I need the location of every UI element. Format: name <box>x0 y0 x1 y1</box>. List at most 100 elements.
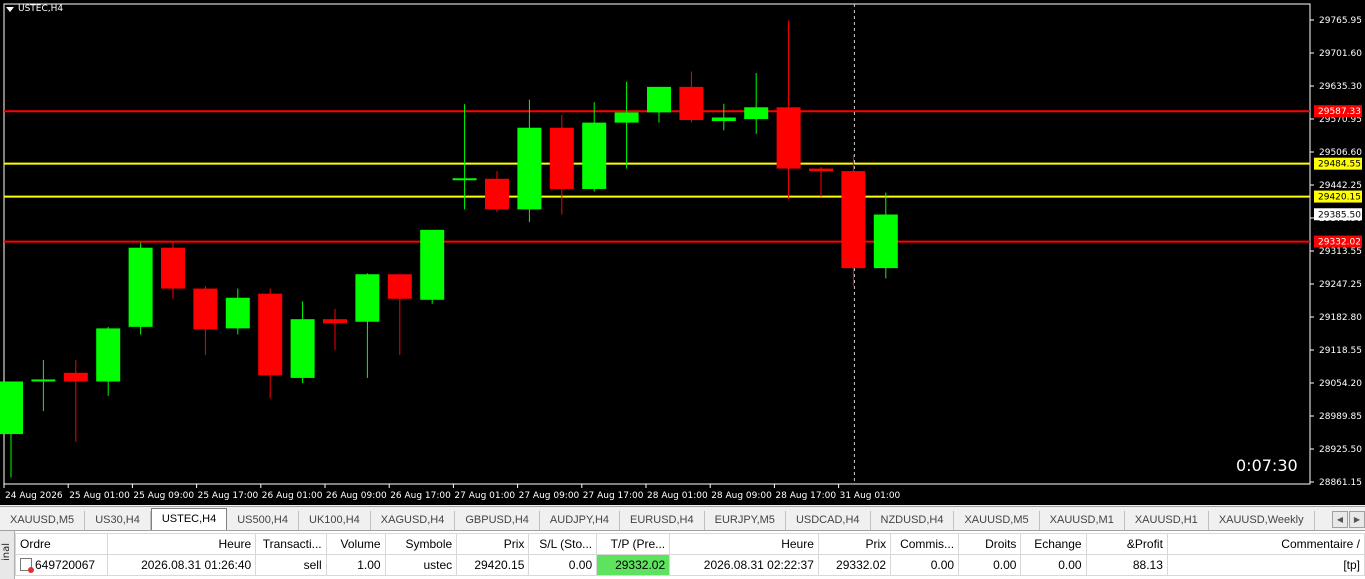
bear-candle <box>323 319 347 324</box>
y-tick-label: 29247.25 <box>1319 280 1362 290</box>
cell-type: sell <box>255 554 327 576</box>
cell-sl: 0.00 <box>528 554 598 576</box>
cell-profit: 88.13 <box>1085 554 1168 576</box>
chart-tab[interactable]: XAUUSD,M5 <box>954 511 1040 530</box>
bull-candle <box>744 107 769 120</box>
column-header[interactable]: Heure <box>107 533 257 555</box>
cell-tp: 29332.02 <box>596 554 671 576</box>
column-header[interactable]: Symbole <box>384 533 458 555</box>
y-tick-label: 29506.60 <box>1319 148 1362 158</box>
column-header[interactable]: Droits <box>958 533 1022 555</box>
column-header[interactable]: Prix <box>456 533 530 555</box>
orders-table: Ordre Heure Transacti... Volume Symbole Prix S… <box>14 533 1365 576</box>
column-header[interactable]: Transacti... <box>255 533 327 555</box>
cell-text: 2026.08.31 01:26:40 <box>141 558 252 572</box>
y-tick-label: 29182.80 <box>1319 313 1362 323</box>
chart-tab[interactable]: XAUUSD,Weekly <box>1209 511 1315 530</box>
x-tick-label: 27 Aug 17:00 <box>583 491 644 501</box>
table-header-row: Ordre Heure Transacti... Volume Symbole Prix S… <box>14 533 1365 555</box>
chart-symbol-title: USTEC,H4 <box>6 4 63 14</box>
x-tick-label: 26 Aug 09:00 <box>326 491 387 501</box>
chart-tab[interactable]: US500,H4 <box>227 511 299 530</box>
column-sort-icon: / <box>1353 537 1360 551</box>
bull-candle <box>31 379 56 382</box>
chart-tab[interactable]: XAUUSD,H1 <box>1125 511 1209 530</box>
bear-candle <box>809 168 833 172</box>
x-tick-label: 26 Aug 01:00 <box>262 491 323 501</box>
chart-tab[interactable]: UK100,H4 <box>299 511 371 530</box>
y-tick-label: 29442.25 <box>1319 181 1362 191</box>
x-tick-label: 25 Aug 01:00 <box>69 491 130 501</box>
chart-window[interactable]: 29765.95 29701.60 29635.30 29570.95 29506.60… <box>0 0 1365 505</box>
bull-candle <box>420 229 445 300</box>
cell-text: 0.00 <box>1058 558 1082 572</box>
column-header[interactable]: T/P (Pre... <box>596 533 671 555</box>
dropdown-triangle-icon[interactable] <box>6 6 14 12</box>
bear-candle <box>258 293 283 376</box>
column-header[interactable]: &Profit <box>1085 533 1168 555</box>
bear-candle <box>193 288 218 330</box>
scroll-left-icon[interactable]: ◀ <box>1332 511 1348 528</box>
column-header[interactable]: Prix <box>817 533 892 555</box>
cell-text: 29332.02 <box>836 558 887 572</box>
cell-price_open: 29420.15 <box>456 554 530 576</box>
chart-tab[interactable]: USTEC,H4 <box>150 508 228 530</box>
y-tick-label: 29054.20 <box>1319 379 1362 389</box>
cell-symbol: ustec <box>384 554 458 576</box>
price-level-label: 29420.15 <box>1318 193 1361 203</box>
column-header[interactable]: Volume <box>325 533 386 555</box>
chart-tab[interactable]: USDCAD,H4 <box>786 511 871 530</box>
cell-heure_open: 2026.08.31 01:26:40 <box>107 554 257 576</box>
chart-tab[interactable]: XAUUSD,M5 <box>0 511 86 530</box>
cell-echange: 0.00 <box>1020 554 1087 576</box>
bull-candle <box>452 178 477 181</box>
price-level-label: 29587.33 <box>1318 107 1361 117</box>
y-tick-label: 29765.95 <box>1319 16 1362 26</box>
column-header[interactable]: Commentaire / <box>1166 533 1365 555</box>
column-header[interactable]: Commis... <box>890 533 960 555</box>
bull-candle <box>128 247 153 327</box>
x-tick-label: 28 Aug 17:00 <box>775 491 836 501</box>
bull-candle <box>290 319 315 378</box>
cell-text: 88.13 <box>1132 558 1163 572</box>
chart-tab[interactable]: GBPUSD,H4 <box>455 511 540 530</box>
x-tick-label: 27 Aug 01:00 <box>454 491 515 501</box>
bull-candle <box>517 127 542 210</box>
chart-tab[interactable]: EURUSD,H4 <box>620 511 705 530</box>
chart-tab[interactable]: NZDUSD,H4 <box>871 511 955 530</box>
column-header[interactable]: Echange <box>1020 533 1087 555</box>
chart-tab[interactable]: XAUUSD,M1 <box>1040 511 1125 530</box>
column-header[interactable]: Heure <box>669 533 819 555</box>
chart-tab[interactable]: EURJPY,M5 <box>705 511 786 530</box>
terminal-panel: inal Ordre Heure Transacti... Volume Symbole… <box>0 530 1365 579</box>
bull-candle <box>225 297 250 329</box>
column-header[interactable]: S/L (Sto... <box>528 533 598 555</box>
column-header[interactable]: Ordre <box>14 533 109 555</box>
bear-candle <box>387 274 412 299</box>
bull-candle <box>355 274 380 322</box>
cell-commission: 0.00 <box>890 554 960 576</box>
scroll-right-icon[interactable]: ▶ <box>1349 511 1365 528</box>
y-tick-label: 29701.60 <box>1319 49 1362 59</box>
cell-text: 29332.02 <box>615 558 666 572</box>
cell-comment: [tp] <box>1166 554 1365 576</box>
x-tick-label: 25 Aug 17:00 <box>198 491 259 501</box>
y-tick-label: 29635.30 <box>1319 82 1362 92</box>
y-tick-label: 28925.50 <box>1319 445 1362 455</box>
x-tick-label: 28 Aug 01:00 <box>647 491 708 501</box>
cell-text: 0.00 <box>568 558 593 572</box>
chart-tab[interactable]: US30,H4 <box>85 511 151 530</box>
bear-candle <box>776 107 801 169</box>
chart-tab[interactable]: AUDJPY,H4 <box>540 511 621 530</box>
y-tick-label: 29313.55 <box>1319 247 1362 257</box>
plot-frame <box>3 3 1311 485</box>
table-row[interactable]: 649720067 2026.08.31 01:26:40 sell 1.00 uste… <box>14 554 1365 576</box>
price-level-label: 29484.55 <box>1318 160 1361 170</box>
chart-tab[interactable]: XAGUSD,H4 <box>371 511 456 530</box>
candlestick-chart[interactable]: 29765.9529701.6029635.3029570.9529506.60… <box>0 0 1365 505</box>
cell-heure_close: 2026.08.31 02:22:37 <box>669 554 819 576</box>
cell-volume: 1.00 <box>325 554 386 576</box>
x-tick-label: 25 Aug 09:00 <box>133 491 194 501</box>
bull-candle <box>96 328 121 382</box>
bull-candle <box>614 112 639 123</box>
